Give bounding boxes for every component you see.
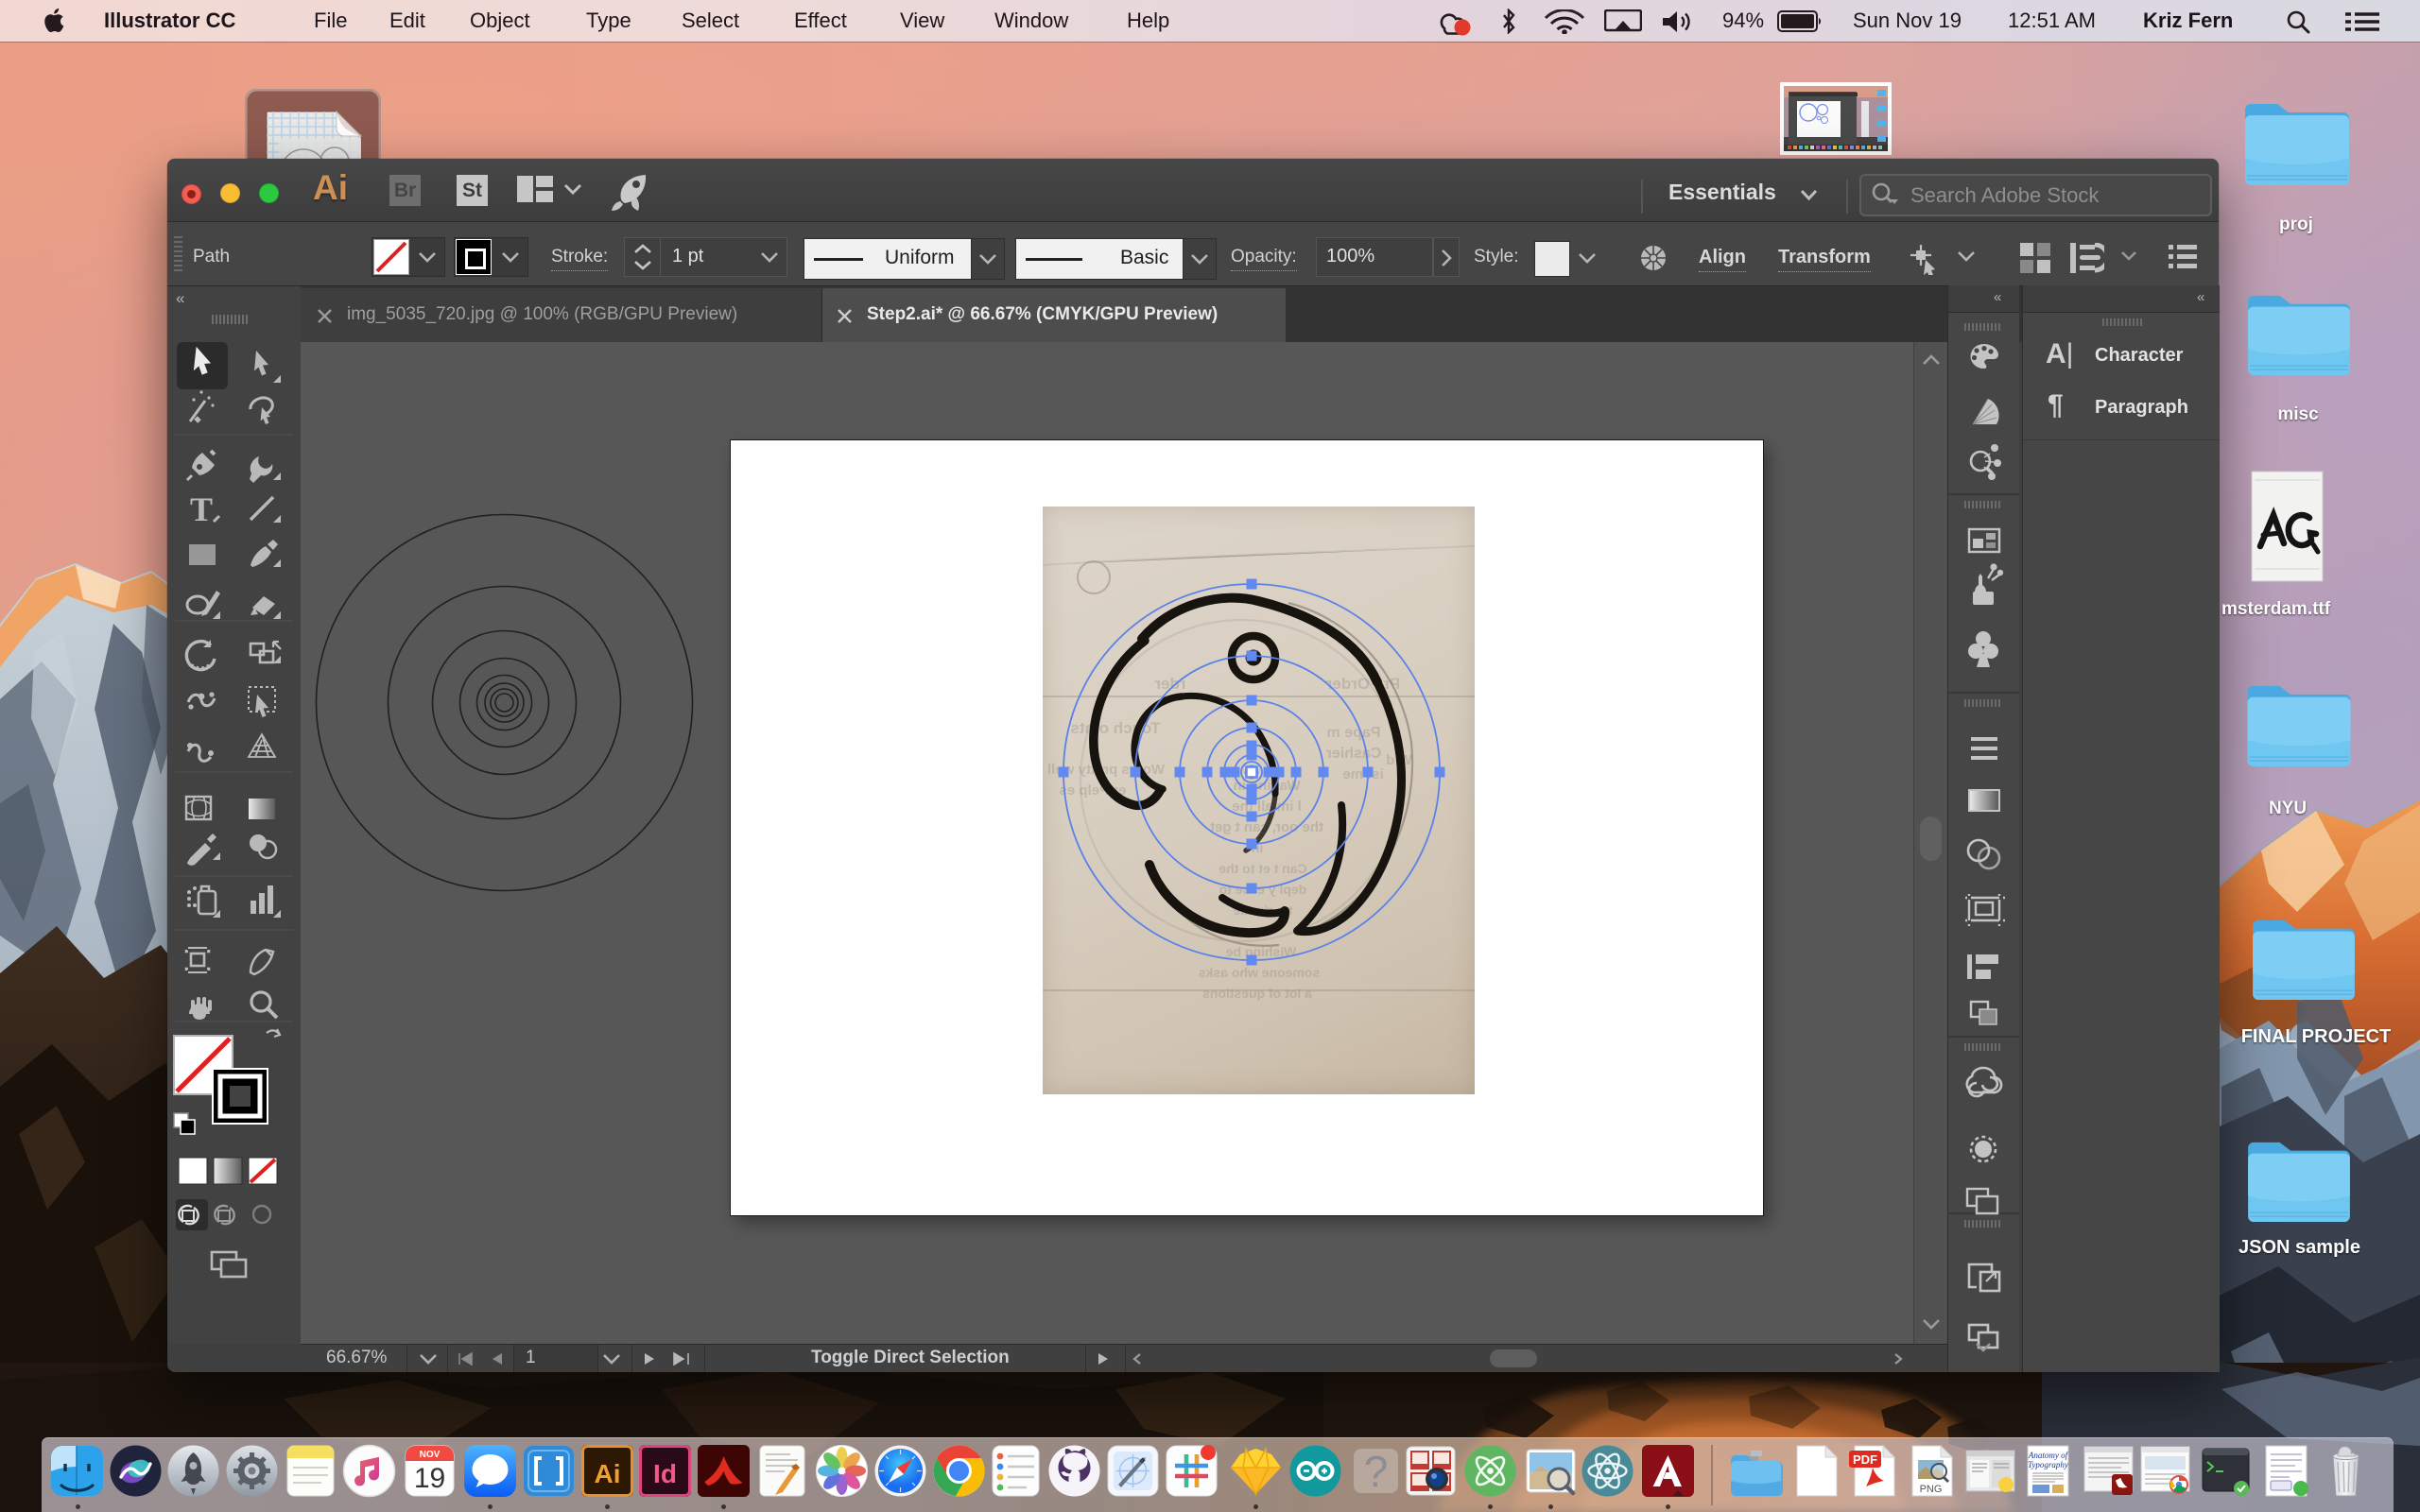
svg-text:NOV: NOV — [419, 1450, 440, 1460]
svg-text:19: 19 — [413, 1463, 444, 1494]
svg-text:PDF: PDF — [1853, 1452, 1877, 1467]
svg-text:a lot of questions: a lot of questions — [1202, 986, 1312, 1001]
svg-text:T: T — [190, 490, 213, 528]
svg-text:Id: Id — [653, 1459, 677, 1488]
svg-text:Anatomy of: Anatomy of — [2027, 1451, 2068, 1460]
svg-text:PNG: PNG — [1919, 1484, 1942, 1495]
svg-text:«: « — [176, 289, 184, 307]
svg-text:?: ? — [1363, 1447, 1388, 1496]
svg-text:Ai: Ai — [594, 1459, 620, 1488]
svg-text:Typography: Typography — [2028, 1460, 2068, 1469]
